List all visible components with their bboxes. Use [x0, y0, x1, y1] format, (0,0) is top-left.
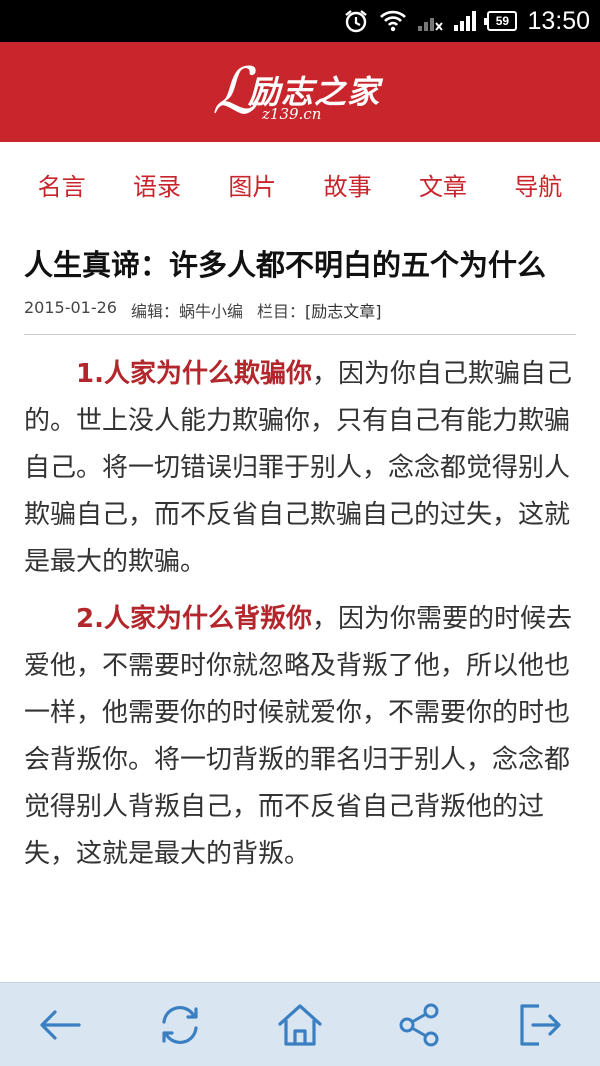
nav-item-sayings[interactable]: 语录	[133, 167, 181, 202]
exit-button[interactable]	[510, 995, 570, 1055]
category-link[interactable]: [励志文章]	[305, 302, 382, 321]
paragraph-heading: 2.人家为什么背叛你	[76, 604, 312, 634]
signal-icon	[453, 10, 477, 32]
alarm-icon	[343, 8, 369, 34]
back-button[interactable]	[30, 995, 90, 1055]
home-icon	[278, 1003, 322, 1046]
battery-icon: 59	[484, 11, 518, 31]
share-button[interactable]	[390, 995, 450, 1055]
home-button[interactable]	[270, 995, 330, 1055]
article-editor: 编辑：蜗牛小编	[130, 302, 243, 321]
nav-item-pictures[interactable]: 图片	[228, 167, 276, 202]
article-paragraph: 1.人家为什么欺骗你，因为你自己欺骗自己的。世上没人能力欺骗你，只有自己有能力欺…	[24, 351, 576, 586]
main-nav: 名言 语录 图片 故事 文章 导航	[0, 142, 600, 226]
paragraph-text: ，因为你自己欺骗自己的。世上没人能力欺骗你，只有自己有能力欺骗自己。将一切错误归…	[24, 359, 572, 577]
nav-item-navigation[interactable]: 导航	[514, 167, 562, 202]
site-logo[interactable]: ℒ 励志之家 z139.cn	[210, 57, 390, 127]
nav-item-articles[interactable]: 文章	[419, 167, 467, 202]
nav-item-quotes[interactable]: 名言	[38, 167, 86, 202]
article-paragraph: 2.人家为什么背叛你，因为你需要的时候去爱他，不需要时你就忽略及背叛了他，所以他…	[24, 596, 576, 878]
article-body: 1.人家为什么欺骗你，因为你自己欺骗自己的。世上没人能力欺骗你，只有自己有能力欺…	[24, 351, 576, 878]
status-time: 13:50	[527, 6, 590, 35]
refresh-button[interactable]	[150, 995, 210, 1055]
article-category: 栏目：[励志文章]	[257, 298, 382, 322]
signal-weak-icon	[417, 10, 444, 32]
article-date: 2015-01-26	[24, 298, 117, 317]
paragraph-text: ，因为你需要的时候去爱他，不需要时你就忽略及背叛了他，所以他也一样，他需要你的时…	[24, 604, 572, 869]
logo-domain: z139.cn	[262, 105, 322, 123]
exit-icon	[520, 1003, 561, 1046]
share-icon	[399, 1003, 439, 1046]
bottom-toolbar	[0, 982, 600, 1066]
paragraph-heading: 1.人家为什么欺骗你	[76, 359, 312, 389]
article: 人生真谛：许多人都不明白的五个为什么 2015-01-26 编辑：蜗牛小编 栏目…	[24, 244, 576, 888]
category-label: 栏目：	[257, 302, 306, 321]
article-meta: 2015-01-26 编辑：蜗牛小编 栏目：[励志文章]	[24, 298, 576, 335]
nav-item-stories[interactable]: 故事	[324, 167, 372, 202]
article-title: 人生真谛：许多人都不明白的五个为什么	[24, 248, 547, 282]
refresh-icon	[162, 1005, 198, 1044]
wifi-icon	[379, 9, 407, 33]
back-arrow-icon	[40, 1009, 81, 1040]
status-bar: 59 13:50	[0, 0, 600, 42]
site-header: ℒ 励志之家 z139.cn	[0, 42, 600, 142]
